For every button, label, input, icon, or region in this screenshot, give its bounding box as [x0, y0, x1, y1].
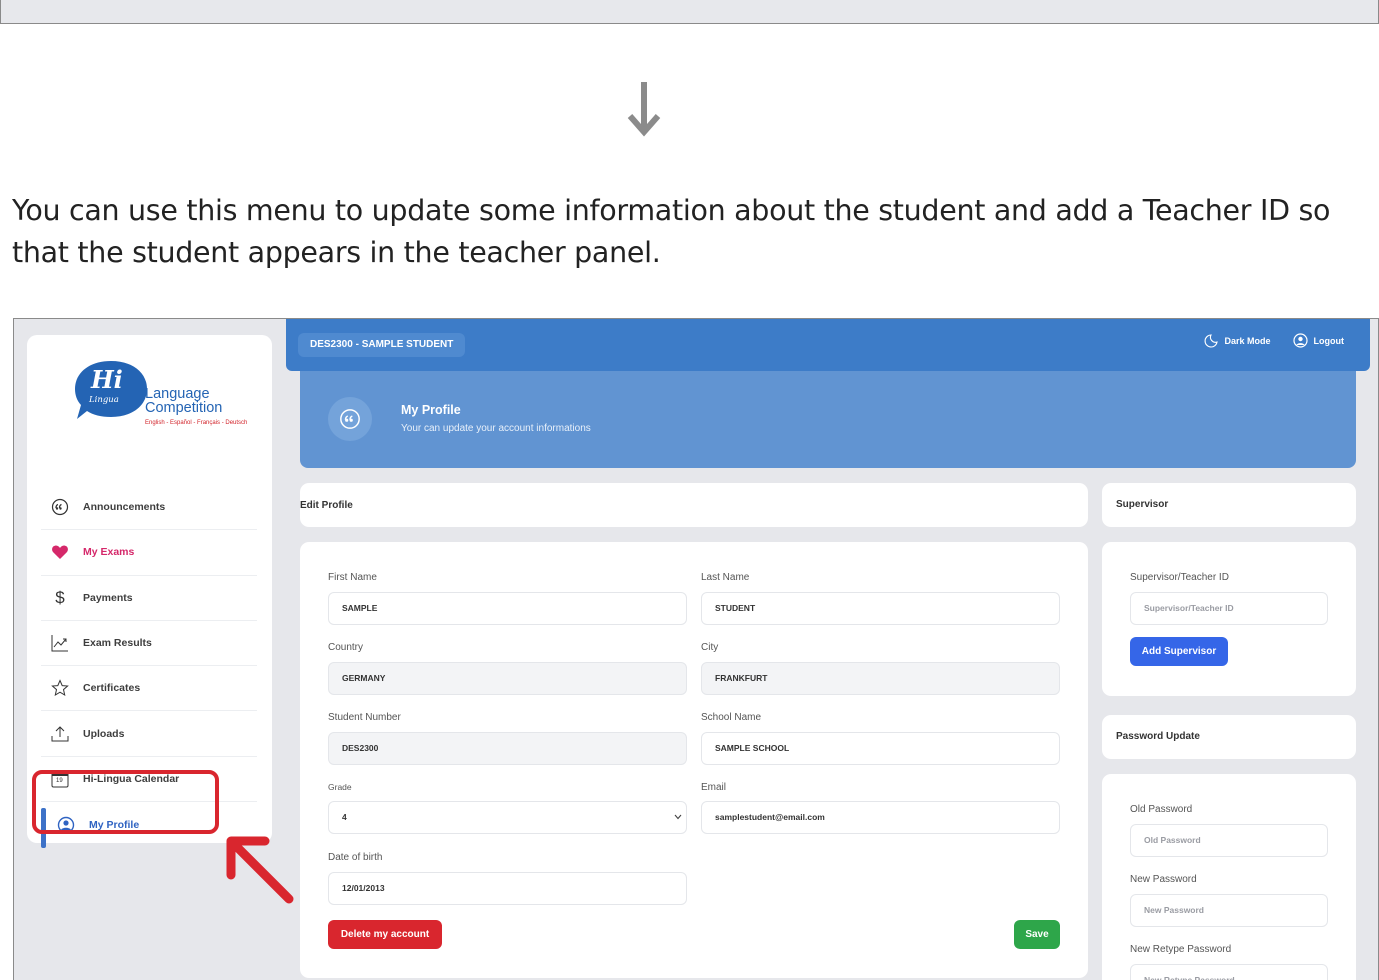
city-label: City [701, 642, 719, 653]
chart-icon [51, 634, 69, 652]
sidebar: Hi Lingua Language Competition English -… [27, 335, 272, 849]
edit-profile-header: Edit Profile [300, 483, 1088, 527]
first-name-field[interactable]: SAMPLE [328, 592, 687, 625]
moon-icon [1205, 333, 1219, 348]
hi-lingua-logo: Hi Lingua Language Competition English -… [75, 357, 247, 437]
add-supervisor-button[interactable]: Add Supervisor [1130, 637, 1228, 666]
supervisor-form: Supervisor/Teacher ID Supervisor/Teacher… [1102, 542, 1356, 696]
previous-screenshot-frame [0, 0, 1379, 24]
dark-mode-toggle[interactable]: Dark Mode [1204, 333, 1271, 348]
page-title: My Profile [401, 403, 461, 417]
announcement-icon [51, 498, 69, 516]
school-name-label: School Name [701, 712, 762, 723]
edit-profile-form: First Name SAMPLE Last Name STUDENT Coun… [300, 542, 1088, 978]
password-header: Password Update [1102, 715, 1356, 759]
dark-mode-label: Dark Mode [1224, 335, 1271, 346]
supervisor-id-label: Supervisor/Teacher ID [1130, 572, 1229, 583]
sidebar-item-label: Exam Results [83, 637, 152, 650]
instruction-text: You can use this menu to update some inf… [12, 194, 1331, 269]
country-label: Country [328, 642, 364, 653]
sidebar-item-label: Certificates [83, 682, 141, 695]
page-header-banner: My Profile Your can update your account … [300, 371, 1356, 468]
school-name-field[interactable]: SAMPLE SCHOOL [701, 732, 1060, 765]
dob-label: Date of birth [328, 852, 383, 863]
grade-label: Grade [328, 782, 352, 792]
user-circle-icon [1292, 333, 1308, 348]
student-number-field: DES2300 [328, 732, 687, 765]
highlight-box [32, 770, 219, 834]
logout-label: Logout [1313, 335, 1345, 346]
email-field[interactable]: samplestudent@email.com [701, 801, 1060, 834]
sidebar-item-exam-results[interactable]: Exam Results [41, 621, 257, 667]
top-actions: Dark Mode Logout [1182, 333, 1344, 348]
last-name-label: Last Name [701, 572, 750, 583]
logo-languages: English - Español - Français - Deutsch [145, 420, 248, 426]
password-title: Password Update [1116, 731, 1200, 742]
new-password-input[interactable]: New Password [1130, 894, 1328, 927]
logo-mark-sub: Lingua [89, 395, 119, 405]
announcement-icon [328, 397, 372, 441]
grade-value: 4 [342, 812, 347, 822]
sidebar-item-label: Announcements [83, 501, 166, 514]
sidebar-item-my-exams[interactable]: My Exams [41, 530, 257, 576]
dollar-icon: $ [55, 587, 65, 607]
chevron-down-icon [674, 814, 682, 820]
new-password-label: New Password [1130, 874, 1197, 885]
edit-profile-title: Edit Profile [300, 500, 353, 511]
sidebar-item-label: Uploads [83, 727, 125, 740]
dob-field[interactable]: 12/01/2013 [328, 872, 687, 905]
top-bar: DES2300 - SAMPLE STUDENT Dark Mode Logou… [286, 319, 1370, 371]
grade-select[interactable]: 4 [328, 801, 687, 834]
retype-password-label: New Retype Password [1130, 944, 1232, 955]
sidebar-item-label: Payments [83, 591, 133, 604]
supervisor-id-input[interactable]: Supervisor/Teacher ID [1130, 592, 1328, 625]
student-id-badge: DES2300 - SAMPLE STUDENT [298, 333, 466, 357]
supervisor-header: Supervisor [1102, 483, 1356, 527]
pointer-arrow-icon [226, 836, 294, 904]
app-screenshot: Hi Lingua Language Competition English -… [13, 318, 1379, 980]
country-field: GERMANY [328, 662, 687, 695]
delete-account-button[interactable]: Delete my account [328, 920, 442, 949]
logout-button[interactable]: Logout [1292, 333, 1345, 348]
password-form: Old Password Old Password New Password N… [1102, 774, 1356, 980]
first-name-label: First Name [328, 572, 377, 583]
sidebar-item-certificates[interactable]: Certificates [41, 666, 257, 712]
city-field: FRANKFURT [701, 662, 1060, 695]
last-name-field[interactable]: STUDENT [701, 592, 1060, 625]
upload-icon [51, 725, 69, 743]
sidebar-item-uploads[interactable]: Uploads [41, 711, 257, 757]
email-label: Email [701, 782, 727, 793]
save-button[interactable]: Save [1014, 920, 1060, 949]
logo-wordmark: Language Competition [145, 386, 223, 416]
old-password-label: Old Password [1130, 804, 1193, 815]
down-arrow-icon [627, 82, 661, 137]
logo-mark: Hi [91, 365, 123, 394]
supervisor-title: Supervisor [1116, 499, 1169, 510]
heart-icon [51, 543, 69, 561]
sidebar-item-announcements[interactable]: Announcements [41, 485, 257, 531]
sidebar-item-label: My Exams [83, 546, 135, 559]
retype-password-input[interactable]: New Retype Password [1130, 964, 1328, 980]
sidebar-item-payments[interactable]: $ Payments [41, 576, 257, 621]
star-icon [51, 679, 69, 697]
page-subtitle: Your can update your account information… [401, 423, 591, 434]
student-number-label: Student Number [328, 712, 401, 723]
old-password-input[interactable]: Old Password [1130, 824, 1328, 857]
